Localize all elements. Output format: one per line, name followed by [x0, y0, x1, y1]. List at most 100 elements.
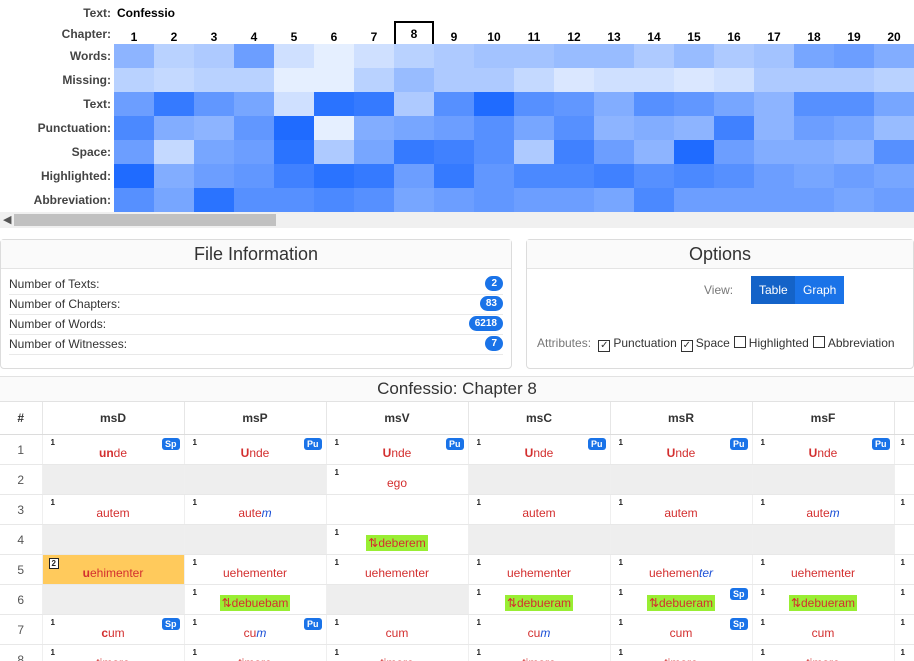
view-table-button[interactable]: Table — [751, 276, 796, 304]
heatmap-cell[interactable] — [474, 164, 514, 188]
token-cell[interactable]: 1 timore — [42, 644, 185, 661]
heatmap-cell[interactable] — [754, 44, 794, 68]
heatmap-cell[interactable] — [674, 68, 714, 92]
token-cell[interactable]: 1 autem — [752, 494, 895, 525]
heatmap-cell[interactable] — [794, 164, 834, 188]
heatmap-cell[interactable] — [114, 44, 154, 68]
heatmap-cell[interactable] — [354, 188, 394, 212]
token-cell[interactable]: 1 Unde Pu — [326, 434, 469, 465]
heatmap-cell[interactable] — [114, 188, 154, 212]
scrollbar-thumb[interactable] — [14, 214, 276, 226]
heatmap-cell[interactable] — [474, 44, 514, 68]
token-cell[interactable] — [42, 524, 185, 555]
token-cell[interactable]: 1 ⇅debueram — [752, 584, 895, 615]
heatmap-cell[interactable] — [674, 116, 714, 140]
heatmap-cell[interactable] — [434, 92, 474, 116]
heatmap-cell[interactable] — [674, 92, 714, 116]
heatmap-cell[interactable] — [754, 116, 794, 140]
heatmap-cell[interactable] — [274, 116, 314, 140]
token-cell[interactable]: 1 autem — [42, 494, 185, 525]
token-cell[interactable]: 1 uehementer — [184, 554, 327, 585]
heatmap-cell[interactable] — [434, 44, 474, 68]
heatmap-cell[interactable] — [714, 140, 754, 164]
heatmap-cell[interactable] — [194, 188, 234, 212]
heatmap-cell[interactable] — [394, 44, 434, 68]
heatmap-cell[interactable] — [194, 44, 234, 68]
heatmap-cell[interactable] — [714, 164, 754, 188]
heatmap-cell[interactable] — [314, 140, 354, 164]
heatmap-cell[interactable] — [154, 188, 194, 212]
heatmap-cell[interactable] — [234, 116, 274, 140]
heatmap-cell[interactable] — [474, 116, 514, 140]
token-cell[interactable]: 1 Unde Pu — [610, 434, 753, 465]
heatmap-cell[interactable] — [874, 140, 914, 164]
heatmap-cell[interactable] — [834, 140, 874, 164]
heatmap-cell[interactable] — [754, 188, 794, 212]
heatmap-cell[interactable] — [834, 164, 874, 188]
heatmap-cell[interactable] — [554, 140, 594, 164]
heatmap-cell[interactable] — [114, 164, 154, 188]
view-graph-button[interactable]: Graph — [795, 276, 845, 304]
heatmap-cell[interactable] — [234, 164, 274, 188]
heatmap-cell[interactable] — [434, 116, 474, 140]
attribute-checkbox-highlighted[interactable] — [733, 336, 746, 348]
heatmap-cell[interactable] — [634, 44, 674, 68]
heatmap-cell[interactable] — [634, 68, 674, 92]
heatmap-cell[interactable] — [554, 68, 594, 92]
heatmap-cell[interactable] — [194, 164, 234, 188]
heatmap-cell[interactable] — [154, 116, 194, 140]
heatmap-cell[interactable] — [634, 116, 674, 140]
token-cell[interactable] — [752, 524, 895, 555]
heatmap-cell[interactable] — [514, 44, 554, 68]
heatmap-cell[interactable] — [514, 188, 554, 212]
heatmap-cell[interactable] — [794, 68, 834, 92]
heatmap-cell[interactable] — [114, 116, 154, 140]
heatmap-cell[interactable] — [714, 116, 754, 140]
token-cell[interactable]: 1 timore — [610, 644, 753, 661]
heatmap-cell[interactable] — [594, 92, 634, 116]
heatmap-cell[interactable] — [114, 140, 154, 164]
token-cell[interactable]: 1 autem — [610, 494, 753, 525]
heatmap-cell[interactable] — [474, 140, 514, 164]
heatmap-cell[interactable] — [154, 164, 194, 188]
heatmap-cell[interactable] — [394, 92, 434, 116]
heatmap-cell[interactable] — [274, 44, 314, 68]
token-cell[interactable] — [610, 464, 753, 495]
heatmap-cell[interactable] — [234, 188, 274, 212]
token-cell[interactable]: 1 cum Sp — [610, 614, 753, 645]
token-cell[interactable]: 1 ⇅deberem — [326, 524, 469, 555]
heatmap-cell[interactable] — [474, 188, 514, 212]
heatmap-cell[interactable] — [594, 188, 634, 212]
heatmap-cell[interactable] — [314, 188, 354, 212]
heatmap-cell[interactable] — [794, 188, 834, 212]
heatmap-cell[interactable] — [154, 44, 194, 68]
heatmap-cell[interactable] — [674, 44, 714, 68]
token-cell[interactable]: 1 autem — [184, 494, 327, 525]
heatmap-cell[interactable] — [834, 44, 874, 68]
heatmap-cell[interactable] — [434, 164, 474, 188]
heatmap-cell[interactable] — [714, 188, 754, 212]
heatmap-cell[interactable] — [874, 68, 914, 92]
heatmap-cell[interactable] — [874, 92, 914, 116]
heatmap-cell[interactable] — [794, 44, 834, 68]
heatmap-cell[interactable] — [834, 92, 874, 116]
heatmap-cell[interactable] — [594, 44, 634, 68]
heatmap-cell[interactable] — [434, 68, 474, 92]
token-cell[interactable]: 1 uehementer — [610, 554, 753, 585]
attribute-checkbox-abbreviation[interactable] — [812, 336, 825, 348]
heatmap-cell[interactable] — [714, 92, 754, 116]
token-cell[interactable]: 1 timore — [326, 644, 469, 661]
heatmap-cell[interactable] — [634, 140, 674, 164]
heatmap-cell[interactable] — [834, 116, 874, 140]
heatmap-cell[interactable] — [354, 164, 394, 188]
heatmap-cell[interactable] — [714, 68, 754, 92]
token-cell[interactable]: 1 cum Pu — [184, 614, 327, 645]
heatmap-cell[interactable] — [314, 164, 354, 188]
heatmap-cell[interactable] — [154, 68, 194, 92]
heatmap-cell[interactable] — [874, 116, 914, 140]
token-cell[interactable]: 1 cum — [752, 614, 895, 645]
heatmap-cell[interactable] — [554, 92, 594, 116]
heatmap-cell[interactable] — [634, 164, 674, 188]
heatmap-cell[interactable] — [714, 44, 754, 68]
heatmap-cell[interactable] — [354, 68, 394, 92]
